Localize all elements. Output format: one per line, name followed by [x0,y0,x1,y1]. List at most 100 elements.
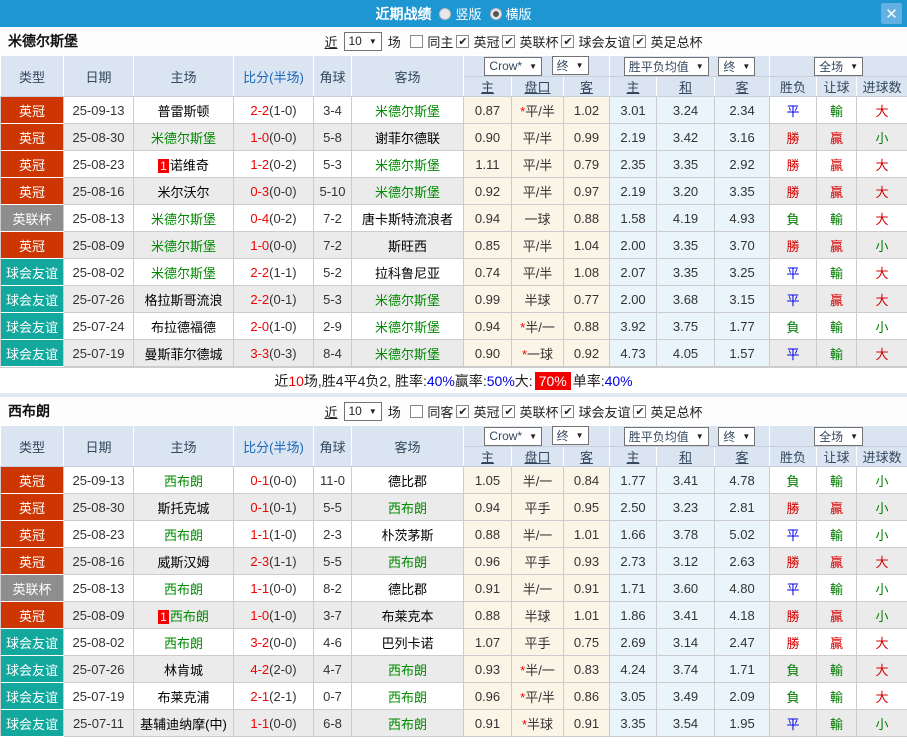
odds-time-select-2[interactable]: 终 ▼ [718,426,756,446]
col-avg-away[interactable]: 客 [714,76,771,97]
col-type: 类型 [0,425,64,467]
league-badge: 球会友谊 [0,682,64,710]
avg-away-odds: 3.15 [714,285,771,313]
radio-horizontal-label[interactable]: 横版 [506,4,532,23]
col-score[interactable]: 比分(半场) [233,55,314,97]
radio-vertical-label[interactable]: 竖版 [455,4,481,23]
avg-away-odds: 3.25 [714,258,771,286]
match-row: 英冠 25-08-30 米德尔斯堡 1-0(0-0) 5-8 谢菲尔德联 0.90 平/半 0.… [0,123,907,151]
near-link[interactable]: 近 [324,32,337,51]
same-home-label[interactable]: 同主 [427,32,453,51]
away-team: 朴茨茅斯 [351,520,464,548]
col-avg-away[interactable]: 客 [714,446,771,467]
col-date: 日期 [63,425,134,467]
col-handicap[interactable]: 盘口 [511,76,564,97]
avg-home-odds: 4.73 [609,339,658,367]
col-avg-home[interactable]: 主 [609,446,658,467]
handicap-outcome: 贏 [816,231,858,259]
handicap-outcome: 輸 [816,204,858,232]
away-team: 米德尔斯堡 [351,339,464,367]
score-cell: 0-4(0-2) [233,204,314,232]
col-goals: 进球数 [856,446,907,467]
col-avg-home[interactable]: 主 [609,76,658,97]
same-home-checkbox[interactable] [410,34,424,48]
goals-outcome: 大 [856,177,907,205]
league2-checkbox[interactable]: ✔ [502,404,516,418]
match-date: 25-09-13 [63,466,134,494]
league2-label[interactable]: 英联杯 [519,402,558,421]
avg-home-odds: 2.00 [609,285,658,313]
league1-checkbox[interactable]: ✔ [456,34,470,48]
col-avg-draw[interactable]: 和 [656,76,716,97]
league3-label[interactable]: 球会友谊 [578,402,630,421]
col-score[interactable]: 比分(半场) [233,425,314,467]
league3-checkbox[interactable]: ✔ [561,404,575,418]
result-outcome: 平 [769,520,818,548]
handicap-odds-home: 1.05 [463,466,512,494]
layout-radio-vertical[interactable]: 竖版 [439,4,482,23]
col-handicap[interactable]: 盘口 [511,446,564,467]
league2-checkbox[interactable]: ✔ [502,34,516,48]
col-odds-home[interactable]: 主 [463,446,512,467]
bookmaker-select[interactable]: Crow* ▼ [484,426,543,446]
col-odds-away[interactable]: 客 [562,446,611,467]
odd-rate: 40% [604,372,633,389]
radio-unselected-icon[interactable] [439,7,452,20]
handicap-odds-home: 0.93 [463,655,512,683]
games-label: 场 [387,34,401,50]
avg-away-odds: 1.71 [714,655,771,683]
goals-outcome: 大 [856,655,907,683]
league4-label[interactable]: 英足总杯 [650,32,702,51]
odds-time-select-2[interactable]: 终 ▼ [718,56,756,76]
title-bar: 近期战绩 竖版 横版 ✕ [0,0,907,27]
avg-home-odds: 3.35 [609,709,658,737]
full-match-select[interactable]: 全场 ▼ [814,426,864,446]
result-outcome: 平 [769,96,818,124]
handicap-outcome: 輸 [816,339,858,367]
col-odds-home[interactable]: 主 [463,76,512,97]
col-avg-draw[interactable]: 和 [656,446,716,467]
avg-draw-odds: 3.60 [656,574,716,602]
dropdown-arrow-icon: ▼ [850,431,859,441]
handicap-odds-away: 0.79 [562,150,611,178]
result-outcome: 負 [769,682,818,710]
handicap-odds-away: 1.01 [562,601,611,629]
avg-odds-select[interactable]: 胜平负均值 ▼ [623,426,709,446]
home-team: 西布朗 [133,520,234,548]
corner-score: 5-2 [313,258,352,286]
odds-time-select-1[interactable]: 终 ▼ [551,426,589,446]
match-count-select[interactable]: 10 ▼ [343,31,382,51]
league1-checkbox[interactable]: ✔ [456,404,470,418]
layout-radio-horizontal[interactable]: 横版 [489,4,532,23]
away-team: 米德尔斯堡 [351,312,464,340]
col-odds-away[interactable]: 客 [562,76,611,97]
bookmaker-select[interactable]: Crow* ▼ [484,56,543,76]
away-team: 西布朗 [351,547,464,575]
full-match-select[interactable]: 全场 ▼ [814,56,864,76]
near-link[interactable]: 近 [324,402,337,421]
league1-label[interactable]: 英冠 [473,32,499,51]
league1-label[interactable]: 英冠 [473,402,499,421]
handicap-outcome: 輸 [816,574,858,602]
avg-odds-select[interactable]: 胜平负均值 ▼ [623,56,709,76]
avg-draw-odds: 3.75 [656,312,716,340]
radio-selected-icon[interactable] [489,7,502,20]
handicap-line: 平手 [511,628,564,656]
league3-label[interactable]: 球会友谊 [578,32,630,51]
avg-home-odds: 1.71 [609,574,658,602]
same-away-label[interactable]: 同客 [427,402,453,421]
avg-away-odds: 2.63 [714,547,771,575]
league4-checkbox[interactable]: ✔ [633,404,647,418]
league4-checkbox[interactable]: ✔ [633,34,647,48]
league4-label[interactable]: 英足总杯 [650,402,702,421]
odds-time-select-1[interactable]: 终 ▼ [551,56,589,76]
result-outcome: 勝 [769,493,818,521]
close-icon[interactable]: ✕ [881,3,902,24]
same-away-checkbox[interactable] [410,404,424,418]
fulltime-score: 1-0 [250,607,270,623]
league2-label[interactable]: 英联杯 [519,32,558,51]
handicap-odds-away: 1.01 [562,520,611,548]
match-row: 英冠 25-08-23 西布朗 1-1(1-0) 2-3 朴茨茅斯 0.88 半/一 1.01 1… [0,520,907,548]
league3-checkbox[interactable]: ✔ [561,34,575,48]
match-count-select[interactable]: 10 ▼ [343,401,382,421]
